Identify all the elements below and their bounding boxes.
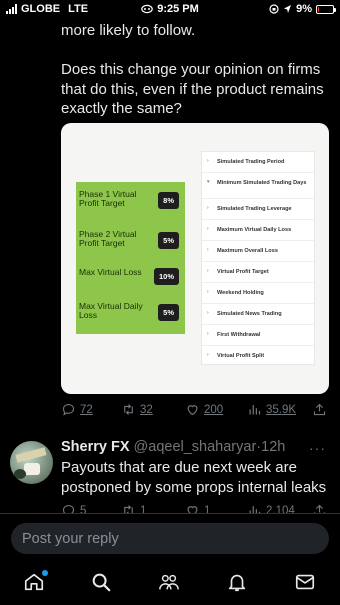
search-icon [92, 573, 111, 592]
rule-value-badge: 10% [153, 268, 179, 285]
nav-search[interactable] [90, 571, 114, 595]
share-button[interactable] [312, 402, 327, 417]
menu-item: › Simulated Trading Leverage [202, 199, 314, 220]
tweet-actions: 72 32 200 35.9K [61, 402, 331, 418]
menu-item: › Virtual Profit Split [207, 352, 265, 359]
green-rules-panel: Phase 1 Virtual Profit Target 8% Phase 2… [76, 182, 185, 334]
views-icon [249, 405, 261, 415]
bottom-nav [0, 563, 340, 605]
chevron-right-icon: › [207, 205, 209, 211]
menu-item: › Simulated Trading Period [202, 152, 314, 173]
status-bar: GLOBE LTE 9:25 PM 9% [0, 0, 340, 20]
rule-row: Phase 1 Virtual Profit Target 8% [79, 190, 182, 220]
rule-label: Max Virtual Loss [79, 267, 142, 277]
repost-button[interactable]: 32 [121, 402, 153, 417]
repost-icon [124, 404, 133, 415]
more-options-icon[interactable]: ··· [309, 440, 326, 456]
rule-label: Max Virtual Daily Loss [79, 301, 143, 320]
rule-row: Max Virtual Daily Loss 5% [79, 302, 182, 332]
nav-home[interactable] [23, 570, 48, 595]
heart-icon [187, 405, 198, 416]
handle[interactable]: @aqeel_shaharyar [134, 439, 257, 455]
chevron-right-icon: › [207, 352, 209, 358]
rule-value-badge: 8% [158, 192, 179, 209]
messages-icon [295, 574, 315, 590]
battery-percent: 9% [296, 3, 312, 15]
rule-row: Max Virtual Loss 10% [79, 268, 182, 298]
rule-value-badge: 5% [158, 232, 179, 249]
battery-level [318, 6, 319, 12]
chevron-right-icon: › [207, 331, 209, 337]
menu-item: › Maximum Overall Loss [202, 241, 314, 262]
author-line: Sherry FX @aqeel_shaharyar·12h [61, 439, 286, 455]
orientation-lock-icon [269, 4, 279, 14]
reply-icon [62, 403, 75, 416]
chevron-right-icon: › [207, 158, 209, 164]
tweet-media-image[interactable]: Phase 1 Virtual Profit Target 8% Phase 2… [61, 123, 329, 394]
avatar[interactable] [10, 441, 53, 484]
chevron-right-icon: › [207, 268, 209, 274]
like-count: 200 [204, 403, 224, 416]
reply-input[interactable] [11, 523, 329, 554]
timestamp: 12h [261, 439, 286, 455]
share-icon [313, 403, 326, 416]
rule-value-badge: 5% [158, 304, 179, 321]
privacy-mask-icon [141, 4, 154, 14]
menu-item: › Weekend Holding [202, 283, 314, 304]
menu-item: › Maximum Virtual Daily Loss [202, 220, 314, 241]
clock: 9:25 PM [157, 3, 199, 15]
chevron-right-icon: › [207, 226, 209, 232]
rule-row: Phase 2 Virtual Profit Target 5% [79, 230, 182, 260]
menu-item: › First Withdrawal [202, 325, 314, 346]
views-count: 35.9K [266, 403, 297, 416]
nav-notifications[interactable] [226, 571, 250, 595]
location-icon [284, 5, 292, 13]
chevron-right-icon: › [207, 289, 209, 295]
chevron-right-icon: › [207, 310, 209, 316]
battery-icon [316, 4, 336, 14]
chevron-right-icon: › [207, 247, 209, 253]
nav-communities[interactable] [158, 571, 182, 595]
like-button[interactable]: 200 [185, 402, 223, 417]
display-name[interactable]: Sherry FX [61, 439, 130, 455]
nav-messages[interactable] [294, 571, 318, 595]
tweet-text-question: Does this change your opinion on firms t… [61, 61, 324, 117]
rule-label: Phase 2 Virtual Profit Target [79, 229, 137, 248]
chevron-down-icon: ▾ [207, 179, 210, 185]
rule-label: Phase 1 Virtual Profit Target [79, 189, 137, 208]
reply-composer [0, 513, 340, 563]
menu-item: › Virtual Profit Target [202, 262, 314, 283]
communities-icon [159, 574, 179, 590]
rules-menu: › Simulated Trading Period ▾ Minimum Simul… [201, 151, 315, 365]
repost-count: 32 [140, 403, 153, 416]
notifications-icon [228, 574, 246, 592]
reply-tweet-text: Payouts that are due next week are postp… [61, 459, 327, 496]
status-bar-right: 9% [269, 3, 336, 15]
menu-item: ▾ Minimum Simulated Trading Days [202, 173, 314, 199]
new-posts-dot [42, 570, 48, 576]
tweet-text-continued: more likely to follow. [61, 22, 196, 39]
menu-item: › Simulated News Trading [202, 304, 314, 325]
reply-count: 72 [80, 403, 93, 416]
reply-button[interactable]: 72 [61, 402, 93, 417]
views-button[interactable]: 35.9K [247, 402, 296, 417]
